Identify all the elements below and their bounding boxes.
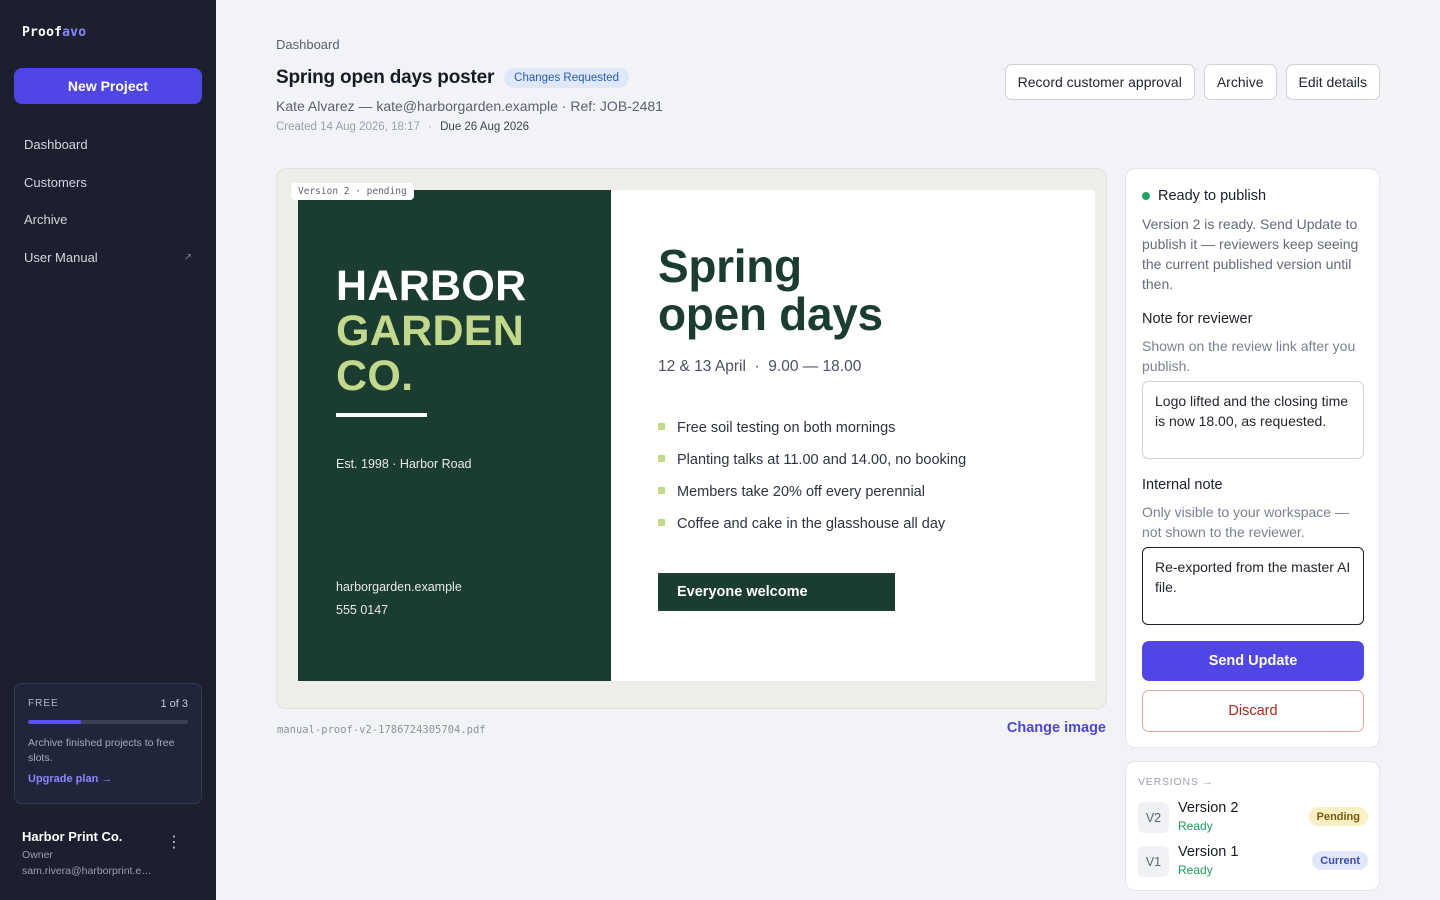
poster-website: harborgarden.example — [336, 580, 462, 594]
poster-phone: 555 0147 — [336, 603, 389, 617]
plan-count: 1 of 3 — [160, 698, 188, 710]
plan-usage-fill — [28, 720, 81, 724]
due-date: Due 26 Aug 2026 — [440, 121, 530, 133]
change-image-link[interactable]: Change image — [1007, 720, 1106, 736]
versions-heading[interactable]: VERSIONS → — [1138, 776, 1214, 788]
version-chip: V2 — [1138, 802, 1169, 833]
date-line: Created 14 Aug 2026, 18:17 · Due 26 Aug … — [276, 121, 529, 133]
sidebar: Proofavo New Project Dashboard Customers… — [0, 0, 216, 900]
account-email: sam.rivera@harborprint.example — [22, 865, 156, 877]
external-link-icon: ↗ — [183, 251, 192, 263]
discard-button[interactable]: Discard — [1142, 690, 1364, 732]
version-badge-pending: Pending — [1308, 807, 1368, 826]
list-item: Free soil testing on both mornings — [658, 420, 966, 452]
internal-note-label: Internal note — [1142, 477, 1223, 493]
plan-card: FREE 1 of 3 Archive finished projects to… — [14, 683, 202, 804]
sidebar-item-archive[interactable]: Archive — [0, 201, 216, 239]
version-status: Ready — [1178, 863, 1213, 877]
list-item: Members take 20% off every perennial — [658, 484, 966, 516]
page-title: Spring open days poster — [276, 67, 495, 88]
plan-usage-bar — [28, 720, 188, 724]
poster-features: Free soil testing on both mornings Plant… — [658, 420, 966, 548]
versions-panel: VERSIONS → V2 Version 2 Ready Pending V1… — [1125, 761, 1380, 891]
reviewer-note-label: Note for reviewer — [1142, 311, 1253, 327]
poster-date: 12 & 13 April · 9.00 — 18.00 — [658, 358, 862, 375]
proof-file-name: manual-proof-v2-1786724305704.pdf — [277, 724, 486, 736]
header-actions: Record customer approval Archive Edit de… — [1004, 64, 1380, 100]
version-name: Version 2 — [1178, 800, 1239, 816]
poster-established: Est. 1998 · Harbor Road — [336, 457, 472, 471]
version-badge-current: Current — [1312, 851, 1368, 870]
app-logo[interactable]: Proofavo — [22, 25, 86, 40]
account-info: Harbor Print Co. Owner sam.rivera@harbor… — [22, 829, 202, 877]
record-approval-button[interactable]: Record customer approval — [1004, 64, 1195, 100]
status-badge: Changes Requested — [504, 68, 630, 88]
account-menu-icon[interactable]: ⋮ — [166, 835, 182, 851]
plan-tier: FREE — [28, 698, 59, 709]
internal-note-help: Only visible to your workspace — not sho… — [1142, 504, 1349, 540]
version-tag: Version 2 · pending — [291, 183, 414, 200]
new-project-button[interactable]: New Project — [14, 68, 202, 104]
sidebar-nav: Dashboard Customers Archive User Manual ↗ — [0, 126, 216, 276]
poster-image: HARBOR GARDEN CO. Est. 1998 · Harbor Roa… — [298, 190, 1095, 681]
poster-title: Spring open days — [658, 240, 883, 340]
version-chip: V1 — [1138, 846, 1169, 877]
date-separator: · — [428, 121, 432, 133]
breadcrumb[interactable]: Dashboard — [276, 37, 340, 52]
sidebar-item-dashboard[interactable]: Dashboard — [0, 126, 216, 164]
customer-meta: Kate Alvarez — kate@harborgarden.example… — [276, 98, 663, 114]
plan-description: Archive finished projects to free slots. — [28, 737, 175, 764]
proof-preview: Version 2 · pending HARBOR GARDEN CO. Es… — [276, 168, 1107, 709]
reviewer-note-help: Shown on the review link after you publi… — [1142, 338, 1356, 374]
list-item: Coffee and cake in the glasshouse all da… — [658, 516, 966, 548]
list-item: Planting talks at 11.00 and 14.00, no bo… — [658, 452, 966, 484]
version-row[interactable]: V1 Version 1 Ready Current — [1138, 844, 1368, 880]
ready-status-dot-icon — [1142, 192, 1150, 200]
send-update-button[interactable]: Send Update — [1142, 641, 1364, 681]
archive-button[interactable]: Archive — [1203, 64, 1277, 100]
poster-rule — [336, 413, 427, 417]
edit-details-button[interactable]: Edit details — [1285, 64, 1380, 100]
poster-left-panel: HARBOR GARDEN CO. Est. 1998 · Harbor Roa… — [298, 190, 611, 681]
version-row[interactable]: V2 Version 2 Ready Pending — [1138, 800, 1368, 836]
internal-note-input[interactable]: Re-exported from the master AI file. — [1142, 547, 1364, 625]
poster-brand: HARBOR GARDEN CO. — [336, 262, 527, 400]
title-row: Spring open days poster Changes Requeste… — [276, 67, 630, 89]
ready-heading: Ready to publish — [1142, 188, 1266, 204]
version-status: Ready — [1178, 819, 1213, 833]
ready-description: Version 2 is ready. Send Update to publi… — [1142, 216, 1359, 292]
reviewer-note-input[interactable]: Logo lifted and the closing time is now … — [1142, 381, 1364, 459]
publish-panel: Ready to publish Version 2 is ready. Sen… — [1125, 168, 1380, 748]
sidebar-item-customers[interactable]: Customers — [0, 164, 216, 202]
version-name: Version 1 — [1178, 844, 1239, 860]
upgrade-plan-link[interactable]: Upgrade plan → — [28, 773, 188, 785]
sidebar-item-user-manual[interactable]: User Manual ↗ — [0, 239, 216, 277]
poster-cta: Everyone welcome — [658, 573, 895, 611]
created-date: Created 14 Aug 2026, 18:17 — [276, 121, 420, 133]
